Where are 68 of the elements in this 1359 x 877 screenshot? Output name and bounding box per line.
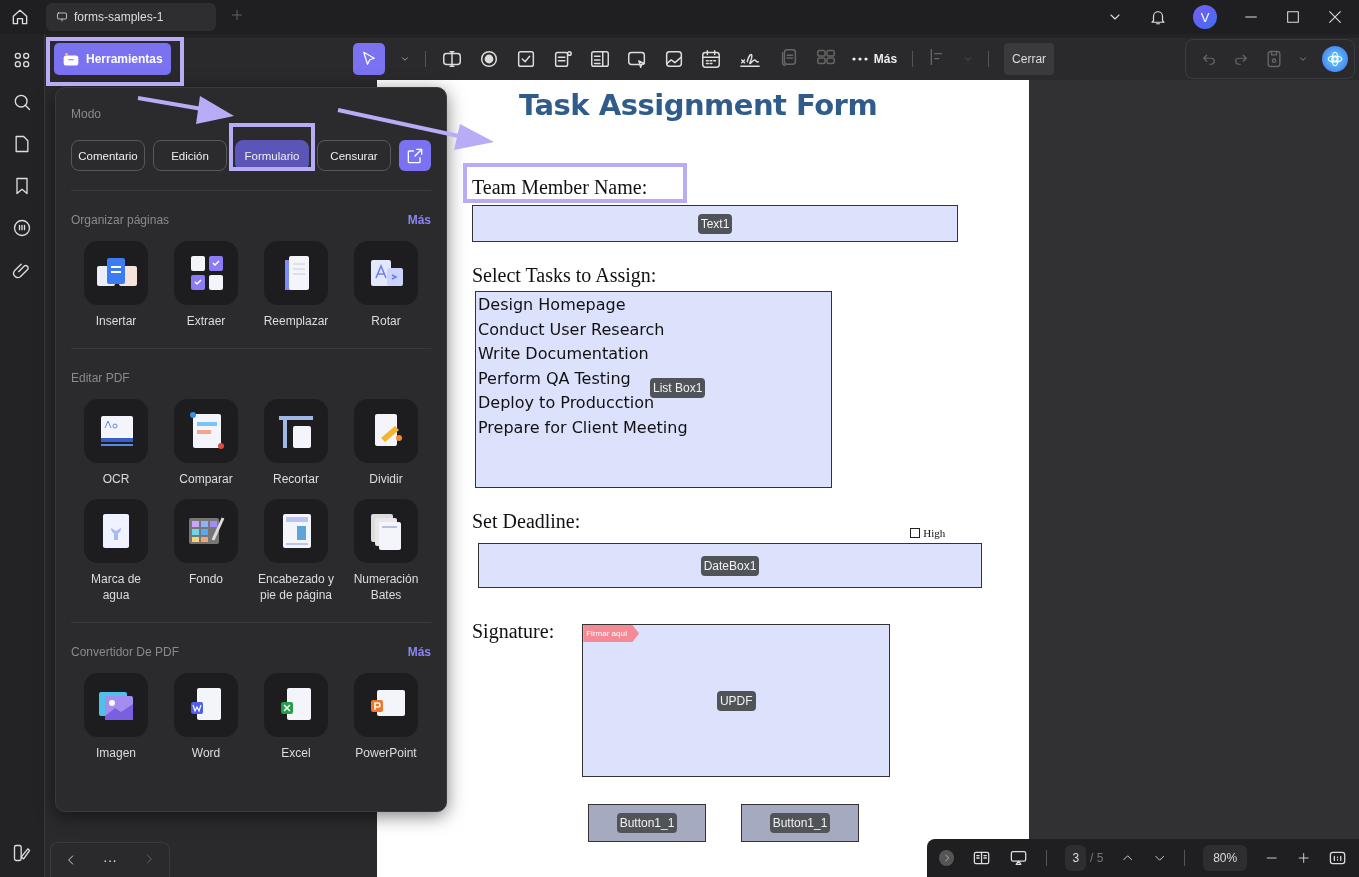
field-tag: Button1_1 xyxy=(769,813,831,833)
toolbox-icon xyxy=(62,50,80,68)
more-button[interactable]: Más xyxy=(851,52,898,66)
checkbox-label: High xyxy=(923,527,946,539)
mode-button[interactable]: Comentario xyxy=(71,140,145,171)
page-number-field[interactable]: 3 xyxy=(1065,845,1087,871)
section-title: Organizar páginas xyxy=(71,213,170,227)
comment-icon[interactable] xyxy=(12,218,32,238)
close-button[interactable]: Cerrar xyxy=(1004,43,1055,75)
page-total: / 5 xyxy=(1090,851,1104,865)
text-field-icon[interactable] xyxy=(440,48,463,70)
tool-item[interactable]: Encabezado y pie de página xyxy=(251,499,341,603)
document-tab[interactable]: forms-samples-1 xyxy=(46,3,216,31)
field-tag: DateBox1 xyxy=(700,555,760,576)
mode-button[interactable]: Edición xyxy=(153,140,227,171)
presentation-icon[interactable] xyxy=(1009,848,1029,868)
field-label: Team Member Name: xyxy=(472,176,648,199)
field-tag: List Box1 xyxy=(650,378,706,398)
calendar-icon[interactable] xyxy=(699,48,722,70)
maximize-icon[interactable] xyxy=(1285,9,1301,25)
ai-assistant-button[interactable] xyxy=(1322,46,1348,72)
signature-field[interactable]: Firmar aquí UPDF xyxy=(582,624,891,777)
search-icon[interactable] xyxy=(12,92,32,112)
user-avatar[interactable]: V xyxy=(1193,5,1217,29)
form-title: Task Assignment Form xyxy=(519,88,878,122)
tool-item[interactable]: Numeración Bates xyxy=(341,499,431,603)
tools-button[interactable]: Herramientas xyxy=(54,43,171,75)
form-button[interactable]: Button1_1 xyxy=(741,804,859,842)
list-option[interactable]: Write Documentation xyxy=(478,342,649,367)
more-pages-button[interactable]: ··· xyxy=(103,852,117,868)
list-box[interactable]: Design Homepage Conduct User Research Write Documentation Perform QA Testing List Box1 Deploy to Producction Prepare for Client Meeting xyxy=(475,291,832,488)
more-link[interactable]: Más xyxy=(407,645,431,659)
zoom-field[interactable]: 80% xyxy=(1203,845,1248,871)
select-tool[interactable] xyxy=(352,43,385,75)
field-label: Signature: xyxy=(472,620,555,643)
close-icon[interactable] xyxy=(1327,9,1343,25)
expand-button[interactable] xyxy=(939,850,955,866)
checkbox[interactable] xyxy=(910,528,921,538)
list-box-icon[interactable] xyxy=(588,48,611,70)
list-option[interactable]: Conduct User Research xyxy=(478,317,665,342)
open-external-button[interactable] xyxy=(399,140,431,171)
list-option[interactable]: Perform QA Testing xyxy=(478,366,631,391)
home-icon[interactable] xyxy=(10,7,30,27)
field-tag: Button1_1 xyxy=(616,813,678,833)
panel-brush-icon[interactable] xyxy=(12,843,32,863)
text-field[interactable]: Text1 xyxy=(472,205,958,242)
zoom-in-icon[interactable] xyxy=(1296,851,1310,865)
apps-grid-icon[interactable] xyxy=(12,50,32,70)
field-tag: UPDF xyxy=(716,690,756,711)
section-title: Editar PDF xyxy=(71,371,130,385)
monitor-icon xyxy=(56,11,68,23)
tool-item[interactable]: Marca de agua xyxy=(71,499,161,603)
bell-icon[interactable] xyxy=(1149,8,1167,26)
more-link[interactable]: Más xyxy=(407,213,431,227)
section-title: Modo xyxy=(71,107,102,121)
ellipsis-icon xyxy=(851,57,868,61)
date-field[interactable]: DateBox1 xyxy=(478,543,982,588)
mode-button[interactable]: Censurar xyxy=(317,140,391,171)
list-option[interactable]: Design Homepage xyxy=(478,293,626,318)
sign-here-tag: Firmar aquí xyxy=(583,625,640,642)
tool-item[interactable]: Fondo xyxy=(161,499,251,603)
field-label: Select Tasks to Assign: xyxy=(472,264,657,287)
orbit-icon xyxy=(1326,50,1344,68)
section-title: Convertidor De PDF xyxy=(71,645,180,659)
list-option[interactable]: Prepare for Client Meeting xyxy=(478,415,688,440)
field-label: Set Deadline: xyxy=(472,510,581,533)
field-tag: Text1 xyxy=(697,213,733,234)
form-button[interactable]: Button1_1 xyxy=(588,804,706,842)
